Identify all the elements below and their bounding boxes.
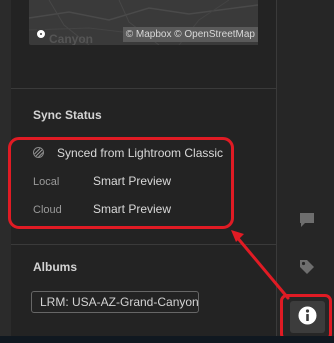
map-attribution[interactable]: © Mapbox © OpenStreetMap	[122, 27, 258, 42]
bottom-photo-strip	[0, 336, 334, 343]
location-map[interactable]: Canyon © Mapbox © OpenStreetMap	[29, 0, 258, 45]
mapbox-logo-icon	[35, 28, 47, 40]
comment-icon[interactable]	[298, 211, 316, 229]
right-icon-rail	[277, 0, 334, 343]
map-place-label: Canyon	[49, 32, 94, 45]
sync-status-highlight	[8, 137, 234, 229]
sync-status-title: Sync Status	[33, 108, 102, 122]
section-divider	[11, 244, 276, 245]
albums-title: Albums	[33, 260, 78, 274]
tag-icon[interactable]	[298, 258, 316, 276]
info-icon[interactable]	[298, 306, 317, 325]
album-chip[interactable]: LRM: USA-AZ-Grand-Canyon	[31, 291, 199, 313]
section-divider	[11, 88, 276, 89]
